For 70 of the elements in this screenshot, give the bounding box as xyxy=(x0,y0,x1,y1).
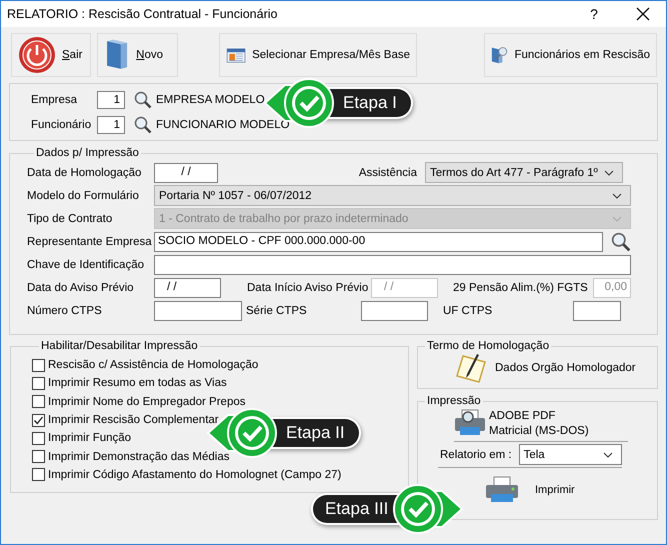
print-button[interactable]: Imprimir xyxy=(485,476,575,504)
printer-icon xyxy=(454,409,486,437)
checkbox[interactable] xyxy=(32,358,45,372)
power-icon xyxy=(18,36,56,74)
input-field[interactable] xyxy=(361,300,428,320)
checkbox-label: Rescisão c/ Assistência de Homologação xyxy=(48,359,258,372)
window-title: RELATORIO : Rescisão Contratual - Funcionário xyxy=(6,7,278,21)
field-label: Representante Empresa xyxy=(27,236,153,248)
field-label: Assistência xyxy=(358,166,418,178)
checkbox[interactable] xyxy=(32,468,45,482)
dropdown[interactable]: Portaria Nº 1057 - 06/07/2012 xyxy=(154,185,631,206)
dropdown[interactable]: Termos do Art 477 - Parágrafo 1º xyxy=(425,162,623,183)
group-title: Habilitar/Desabilitar Impressão xyxy=(40,340,199,352)
toolbar-button[interactable]: Selecionar Empresa/Mês Base xyxy=(219,33,417,77)
name-text: EMPRESA MODELO xyxy=(156,94,265,106)
field-label: 29 Pensão Alim.(%) FGTS xyxy=(452,282,589,294)
chevron-icon xyxy=(604,170,614,176)
search-icon[interactable] xyxy=(134,91,152,109)
checkbox-label: Imprimir Demonstração das Médias xyxy=(48,450,230,463)
help-button[interactable]: ? xyxy=(568,1,620,27)
field-label: Empresa xyxy=(30,94,78,106)
chevron-icon xyxy=(612,192,622,198)
checkbox[interactable] xyxy=(32,432,45,445)
code-field[interactable]: 1 xyxy=(97,91,125,109)
checkbox-label: Imprimir Código Afastamento do Homolognet (Campo 27) xyxy=(48,468,342,481)
group-title: Termo de Homologação xyxy=(426,340,550,352)
checkbox[interactable] xyxy=(32,395,45,408)
field-label: Tipo de Contrato xyxy=(27,212,114,224)
code-field[interactable]: 1 xyxy=(97,116,125,134)
notepad-pen-icon xyxy=(455,352,489,384)
field-label: UF CTPS xyxy=(442,304,494,316)
printer-icon xyxy=(485,476,519,504)
toolbar-button[interactable]: Funcionários em Rescisão xyxy=(484,33,657,77)
checkbox[interactable] xyxy=(32,414,45,427)
homologation-button[interactable]: Dados Orgão Homologador xyxy=(455,352,636,384)
toolbar-button[interactable]: Novo xyxy=(97,33,178,77)
field-label: Data Início Aviso Prévio xyxy=(246,282,370,294)
field-label: Data de Homologação xyxy=(27,166,142,178)
date-field[interactable]: / / xyxy=(154,162,218,182)
dropdown[interactable]: Tela xyxy=(518,444,622,465)
toolbar-button[interactable]: Sair xyxy=(11,33,91,77)
checkbox[interactable] xyxy=(32,376,45,390)
field-label: Número CTPS xyxy=(27,304,103,316)
step-marker-icon xyxy=(392,482,464,536)
input-field[interactable] xyxy=(154,300,242,320)
search-icon[interactable] xyxy=(134,116,152,134)
checkbox-label: Imprimir Função xyxy=(48,432,132,444)
group-title: Impressão xyxy=(426,395,482,407)
search-icon[interactable] xyxy=(611,232,631,252)
input-field[interactable] xyxy=(573,300,621,320)
checkbox-label: Imprimir Resumo em todas as Vias xyxy=(48,377,227,390)
chevron-icon xyxy=(612,216,622,222)
date-field[interactable]: / / xyxy=(154,278,221,298)
checkbox-label: Imprimir Rescisão Complementar xyxy=(48,414,219,426)
field-label: Chave de Identificação xyxy=(27,258,145,270)
field-label: Série CTPS xyxy=(245,304,308,316)
field-label: Relatorio em : xyxy=(440,448,512,460)
field-label: Funcionário xyxy=(30,119,92,131)
input-field[interactable]: SOCIO MODELO - CPF 000.000.000-00 xyxy=(154,232,603,252)
field-label: Modelo do Formulário xyxy=(27,190,140,202)
name-text: FUNCIONARIO MODELO xyxy=(156,119,290,131)
printer-option[interactable]: ADOBE PDF xyxy=(489,410,589,422)
group-title: Dados p/ Impressão xyxy=(35,147,140,159)
field-label: Data do Aviso Prévio xyxy=(27,282,135,294)
checkbox-label: Imprimir Nome do Empregador Prepos xyxy=(48,396,246,408)
printer-option[interactable]: Matricial (MS-DOS) xyxy=(489,424,589,436)
close-icon xyxy=(636,7,650,21)
chevron-icon xyxy=(603,452,613,458)
input-field[interactable] xyxy=(154,254,631,274)
checkbox[interactable] xyxy=(32,450,45,464)
